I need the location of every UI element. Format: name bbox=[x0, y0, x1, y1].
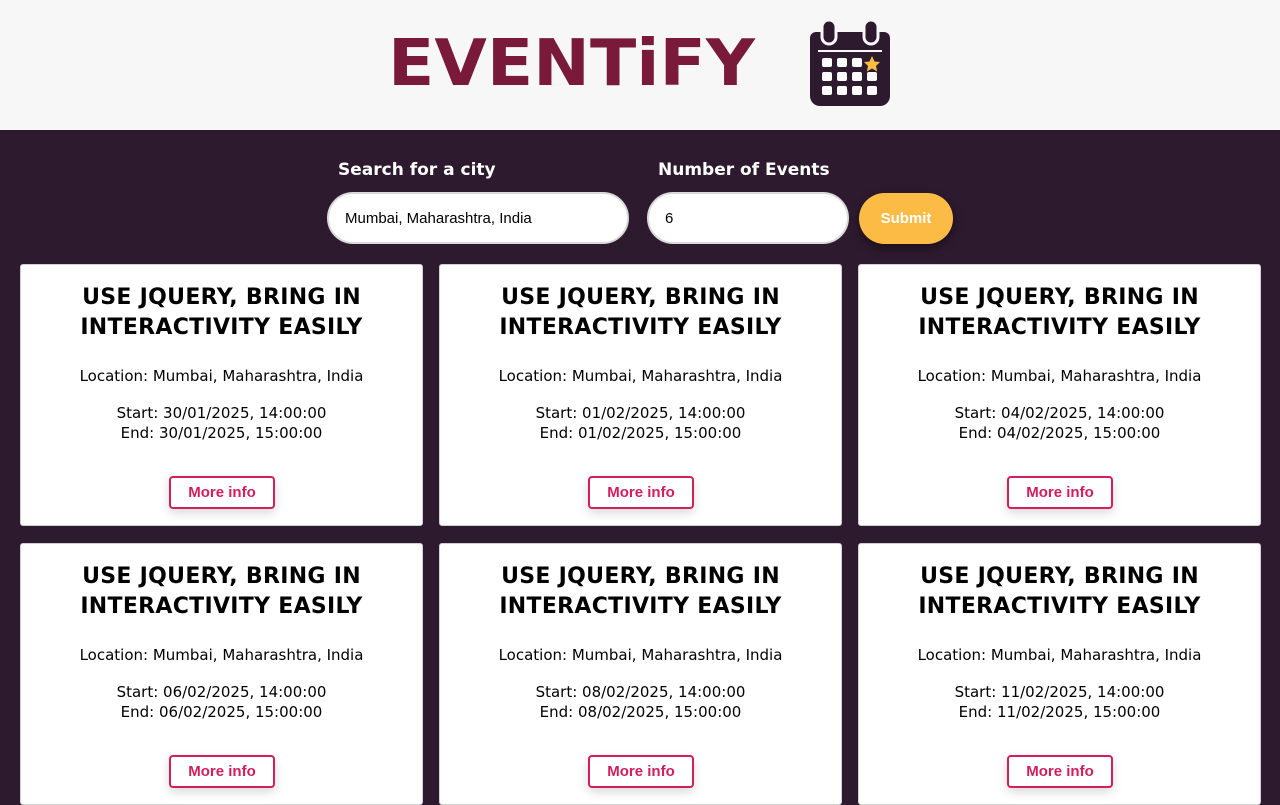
event-title: USE JQUERY, BRING IN INTERACTIVITY EASIL… bbox=[499, 285, 782, 340]
calendar-icon bbox=[810, 18, 890, 106]
logo: EVENTiFY bbox=[388, 18, 890, 110]
more-info-button[interactable]: More info bbox=[1007, 476, 1113, 509]
city-search-label: Search for a city bbox=[338, 160, 496, 180]
event-start: Start: 06/02/2025, 14:00:00 bbox=[116, 683, 327, 701]
event-card: USE JQUERY, BRING IN INTERACTIVITY EASIL… bbox=[858, 543, 1261, 805]
event-location: Location: Mumbai, Maharashtra, India bbox=[917, 367, 1202, 385]
city-search-input[interactable]: Mumbai, Maharashtra, India bbox=[327, 192, 629, 244]
event-card: USE JQUERY, BRING IN INTERACTIVITY EASIL… bbox=[439, 264, 842, 526]
event-location: Location: Mumbai, Maharashtra, India bbox=[498, 367, 783, 385]
more-info-button[interactable]: More info bbox=[588, 755, 694, 788]
event-end: End: 01/02/2025, 15:00:00 bbox=[539, 424, 742, 442]
event-end: End: 30/01/2025, 15:00:00 bbox=[120, 424, 323, 442]
event-end: End: 06/02/2025, 15:00:00 bbox=[120, 703, 323, 721]
more-info-button[interactable]: More info bbox=[169, 476, 275, 509]
event-title: USE JQUERY, BRING IN INTERACTIVITY EASIL… bbox=[918, 285, 1201, 340]
more-info-button[interactable]: More info bbox=[588, 476, 694, 509]
logo-text: EVENTiFY bbox=[388, 27, 755, 101]
event-start: Start: 01/02/2025, 14:00:00 bbox=[535, 404, 746, 422]
event-card: USE JQUERY, BRING IN INTERACTIVITY EASIL… bbox=[439, 543, 842, 805]
event-location: Location: Mumbai, Maharashtra, India bbox=[79, 646, 364, 664]
event-title: USE JQUERY, BRING IN INTERACTIVITY EASIL… bbox=[80, 285, 363, 340]
number-of-events-label: Number of Events bbox=[658, 160, 830, 180]
event-card: USE JQUERY, BRING IN INTERACTIVITY EASIL… bbox=[20, 543, 423, 805]
event-location: Location: Mumbai, Maharashtra, India bbox=[79, 367, 364, 385]
event-location: Location: Mumbai, Maharashtra, India bbox=[498, 646, 783, 664]
event-start: Start: 08/02/2025, 14:00:00 bbox=[535, 683, 746, 701]
event-end: End: 08/02/2025, 15:00:00 bbox=[539, 703, 742, 721]
event-title: USE JQUERY, BRING IN INTERACTIVITY EASIL… bbox=[499, 564, 782, 619]
event-title: USE JQUERY, BRING IN INTERACTIVITY EASIL… bbox=[918, 564, 1201, 619]
number-of-events-input[interactable]: 6 bbox=[647, 192, 849, 244]
more-info-button[interactable]: More info bbox=[169, 755, 275, 788]
site-header: EVENTiFY bbox=[0, 0, 1280, 130]
event-end: End: 04/02/2025, 15:00:00 bbox=[958, 424, 1161, 442]
event-title: USE JQUERY, BRING IN INTERACTIVITY EASIL… bbox=[80, 564, 363, 619]
event-start: Start: 04/02/2025, 14:00:00 bbox=[954, 404, 1165, 422]
event-card: USE JQUERY, BRING IN INTERACTIVITY EASIL… bbox=[858, 264, 1261, 526]
event-location: Location: Mumbai, Maharashtra, India bbox=[917, 646, 1202, 664]
submit-button[interactable]: Submit bbox=[859, 193, 953, 244]
event-card: USE JQUERY, BRING IN INTERACTIVITY EASIL… bbox=[20, 264, 423, 526]
main-content: Search for a city Number of Events Mumba… bbox=[0, 130, 1280, 805]
more-info-button[interactable]: More info bbox=[1007, 755, 1113, 788]
event-start: Start: 11/02/2025, 14:00:00 bbox=[954, 683, 1165, 701]
event-start: Start: 30/01/2025, 14:00:00 bbox=[116, 404, 327, 422]
event-end: End: 11/02/2025, 15:00:00 bbox=[958, 703, 1161, 721]
